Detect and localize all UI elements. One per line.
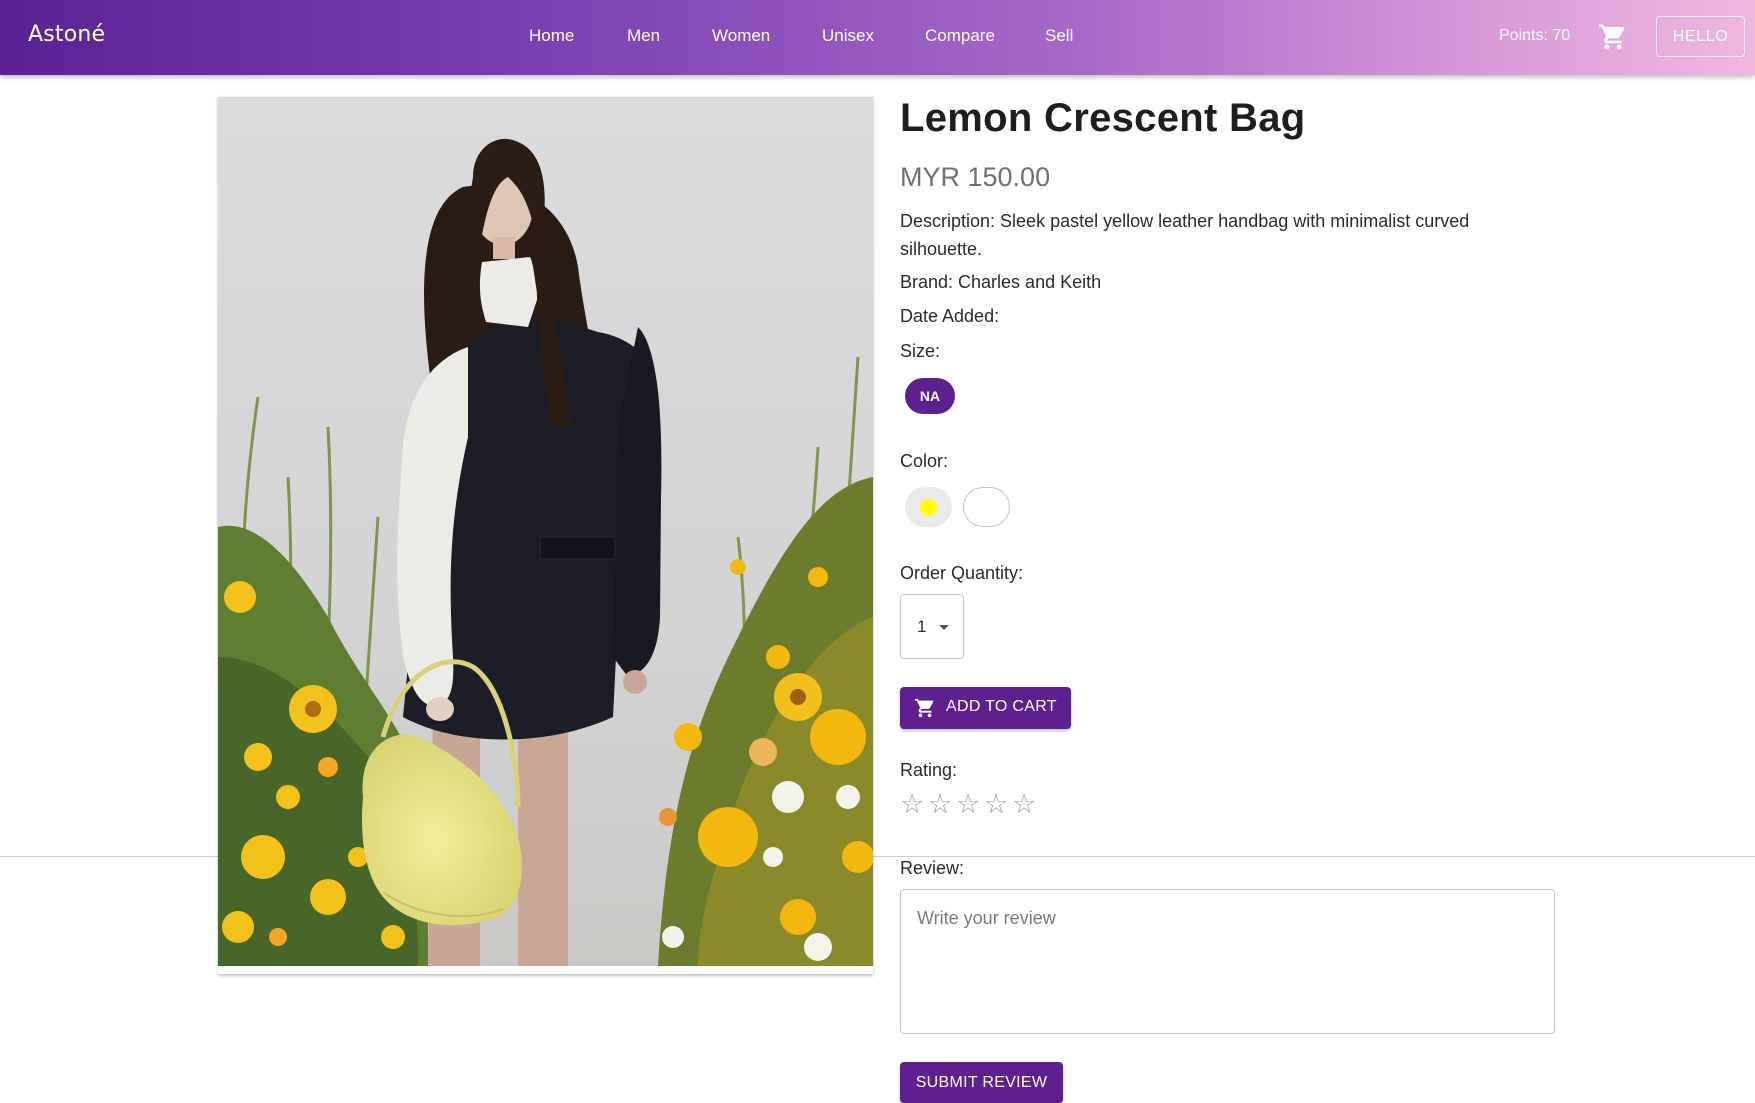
review-textarea[interactable] (900, 889, 1555, 1034)
review-label: Review: (900, 858, 965, 878)
product-date-added: Date Added: (900, 306, 1000, 326)
rating-label: Rating: (900, 760, 958, 780)
nav-compare[interactable]: Compare (925, 26, 995, 46)
add-to-cart-label: ADD TO CART (946, 698, 1057, 715)
star-icon[interactable]: ☆ (928, 790, 952, 820)
product-price: MYR 150.00 (900, 162, 1051, 192)
nav-women[interactable]: Women (712, 26, 770, 46)
product-photo (218, 97, 873, 966)
brand-logo[interactable]: Astoné (28, 22, 105, 47)
color-label: Color: (900, 451, 949, 471)
star-icon[interactable]: ☆ (900, 790, 924, 820)
quantity-value: 1 (917, 617, 927, 636)
add-to-cart-button[interactable]: ADD TO CART (900, 687, 1071, 729)
product-brand: Brand: Charles and Keith (900, 272, 1102, 292)
color-swatch-white[interactable] (963, 487, 1010, 527)
color-dot (920, 498, 937, 516)
nav-home[interactable]: Home (529, 26, 574, 46)
product-image-card (218, 97, 873, 974)
size-label: Size: (900, 341, 941, 361)
star-icon[interactable]: ☆ (1012, 790, 1036, 820)
star-icon[interactable]: ☆ (956, 790, 980, 820)
points-balance: Points: 70 (1499, 27, 1571, 44)
submit-review-button[interactable]: SUBMIT REVIEW (900, 1062, 1063, 1103)
color-swatch-yellow[interactable] (905, 487, 952, 527)
nav-men[interactable]: Men (627, 26, 660, 46)
product-title: Lemon Crescent Bag (900, 96, 1306, 140)
product-description: Description: Sleek pastel yellow leather… (900, 211, 1470, 259)
nav-unisex[interactable]: Unisex (822, 26, 874, 46)
quantity-label: Order Quantity: (900, 563, 1024, 583)
shopping-cart-icon (914, 697, 936, 719)
star-icon[interactable]: ☆ (984, 790, 1008, 820)
quantity-select[interactable]: 1 (900, 594, 964, 659)
size-option-na[interactable]: NA (905, 378, 955, 414)
top-app-bar: Astoné Home Men Women Unisex Compare Sel… (0, 0, 1755, 75)
nav-sell[interactable]: Sell (1045, 26, 1073, 46)
shopping-cart-icon[interactable] (1598, 22, 1628, 52)
account-button[interactable]: HELLO (1656, 16, 1745, 57)
chevron-down-icon (939, 625, 949, 630)
